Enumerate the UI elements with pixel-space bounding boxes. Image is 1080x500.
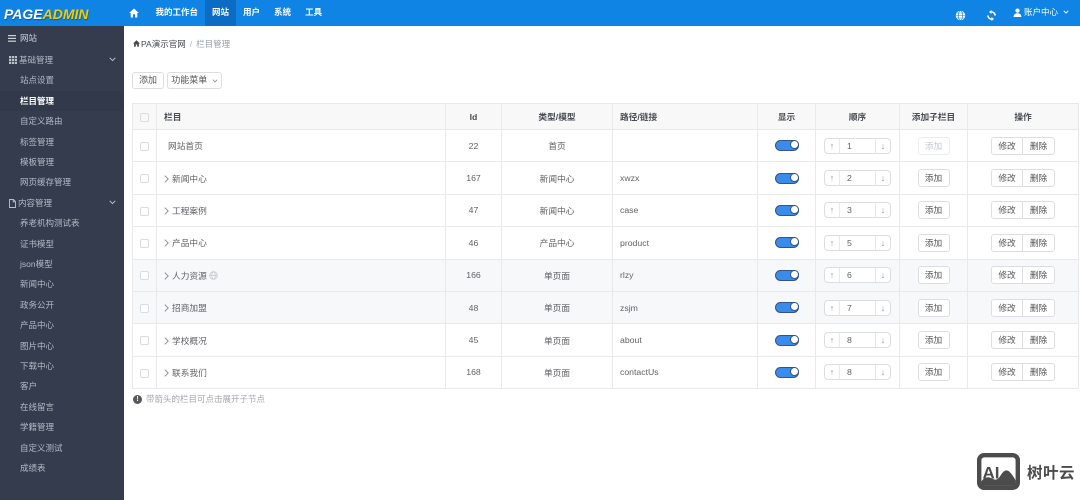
svg-text:AI: AI <box>982 464 999 483</box>
